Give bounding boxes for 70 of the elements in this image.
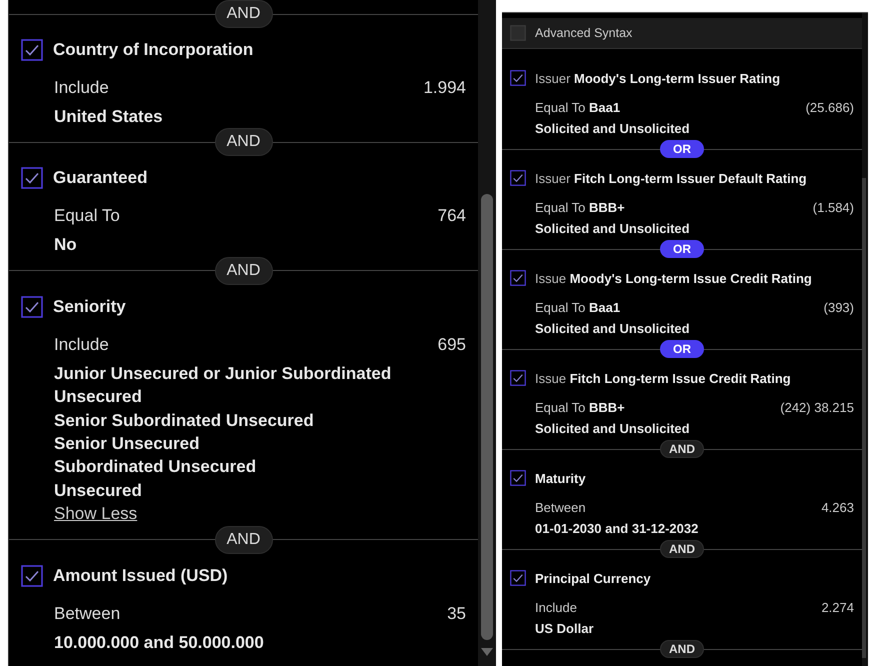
result-count: 35 [447,604,466,624]
criterion-title: Maturity [535,470,586,486]
criterion-value: 10.000.000 and 50.000.000 [54,632,265,654]
criterion-value: Solicited and Unsolicited [535,220,691,238]
checkbox[interactable] [510,170,526,186]
show-less-link[interactable]: Show Less [54,502,138,526]
checkbox[interactable] [510,570,526,586]
criterion-title: Issue Fitch Long-term Issue Credit Rating [535,370,791,386]
checkbox[interactable] [510,25,526,41]
condition-text: Equal To BBB+ [535,399,625,417]
logic-operator[interactable]: AND [214,256,272,285]
logic-operator[interactable]: AND [214,526,272,554]
result-count: 1.994 [423,78,466,98]
criterion-title: Country of Incorporation [53,40,254,60]
criterion-title: Seniority [53,296,126,317]
checkbox[interactable] [510,370,526,386]
criterion-value: US Dollar [535,620,595,638]
checkbox[interactable] [21,564,43,587]
checkbox[interactable] [21,167,43,190]
logic-operator[interactable]: OR [660,240,704,258]
result-count: 2.274 [821,599,854,617]
condition-text: Equal To BBB+ [535,199,625,217]
criterion-title: Issuer Moody's Long-term Issuer Rating [535,70,780,86]
result-count: (25.686) [806,99,854,117]
scrollbar[interactable] [862,178,866,658]
result-count: 695 [438,334,466,355]
criterion-title: Issue Moody's Long-term Issue Credit Rating [535,270,812,286]
logic-operator[interactable]: OR [660,340,704,358]
criterion-title: Principal Currency [535,570,651,586]
condition-text: Equal To Baa1 [535,99,620,117]
condition-text: Between [535,499,586,517]
condition-text: Between [54,604,120,624]
checkbox-label: Advanced Syntax [535,26,632,40]
criterion-value: 01-01-2030 and 31-12-2032 [535,520,700,538]
checkbox[interactable] [21,296,43,318]
logic-operator[interactable]: AND [214,0,272,28]
scroll-down-icon[interactable] [481,648,493,656]
result-count: (242) 38.215 [780,399,854,417]
condition-text: Equal To Baa1 [535,299,620,317]
scrollbar[interactable] [478,0,496,666]
criterion-value: Solicited and Unsolicited [535,420,691,438]
logic-operator[interactable]: AND [660,440,704,458]
logic-operator[interactable]: AND [660,640,704,658]
condition-text: Include [54,334,109,355]
criterion-value: Unsecured [54,480,143,502]
logic-operator[interactable]: AND [214,128,272,156]
criterion-title: Guaranteed [53,168,148,188]
checkbox[interactable] [510,270,526,286]
condition-text: Include [535,599,577,617]
criterion-value: Solicited and Unsolicited [535,320,691,338]
criterion-value: No [54,234,78,256]
result-count: (1.584) [812,199,854,217]
criterion-value: Senior Unsecured [54,433,200,456]
condition-text: Equal To [54,206,120,226]
criterion-title: Amount Issued (USD) [53,566,228,586]
checkbox[interactable] [510,70,526,86]
logic-operator[interactable]: AND [660,540,704,558]
criterion-title: Issuer Fitch Long-term Issuer Default Rating [535,170,807,186]
criterion-value: Senior Subordinated Unsecured [54,410,315,432]
result-count: 764 [438,206,466,226]
logic-operator[interactable]: OR [660,140,704,158]
checkbox[interactable] [510,470,526,486]
criterion-value: Solicited and Unsolicited [535,120,691,138]
criterion-value: Junior Unsecured or Junior Subordinated Unsecured [54,362,392,408]
checkbox[interactable] [21,39,43,61]
criterion-value: Subordinated Unsecured [54,456,258,478]
result-count: (393) [824,299,854,317]
result-count: 4.263 [821,499,854,517]
condition-text: Include [54,78,109,98]
criterion-value: United States [54,106,164,128]
